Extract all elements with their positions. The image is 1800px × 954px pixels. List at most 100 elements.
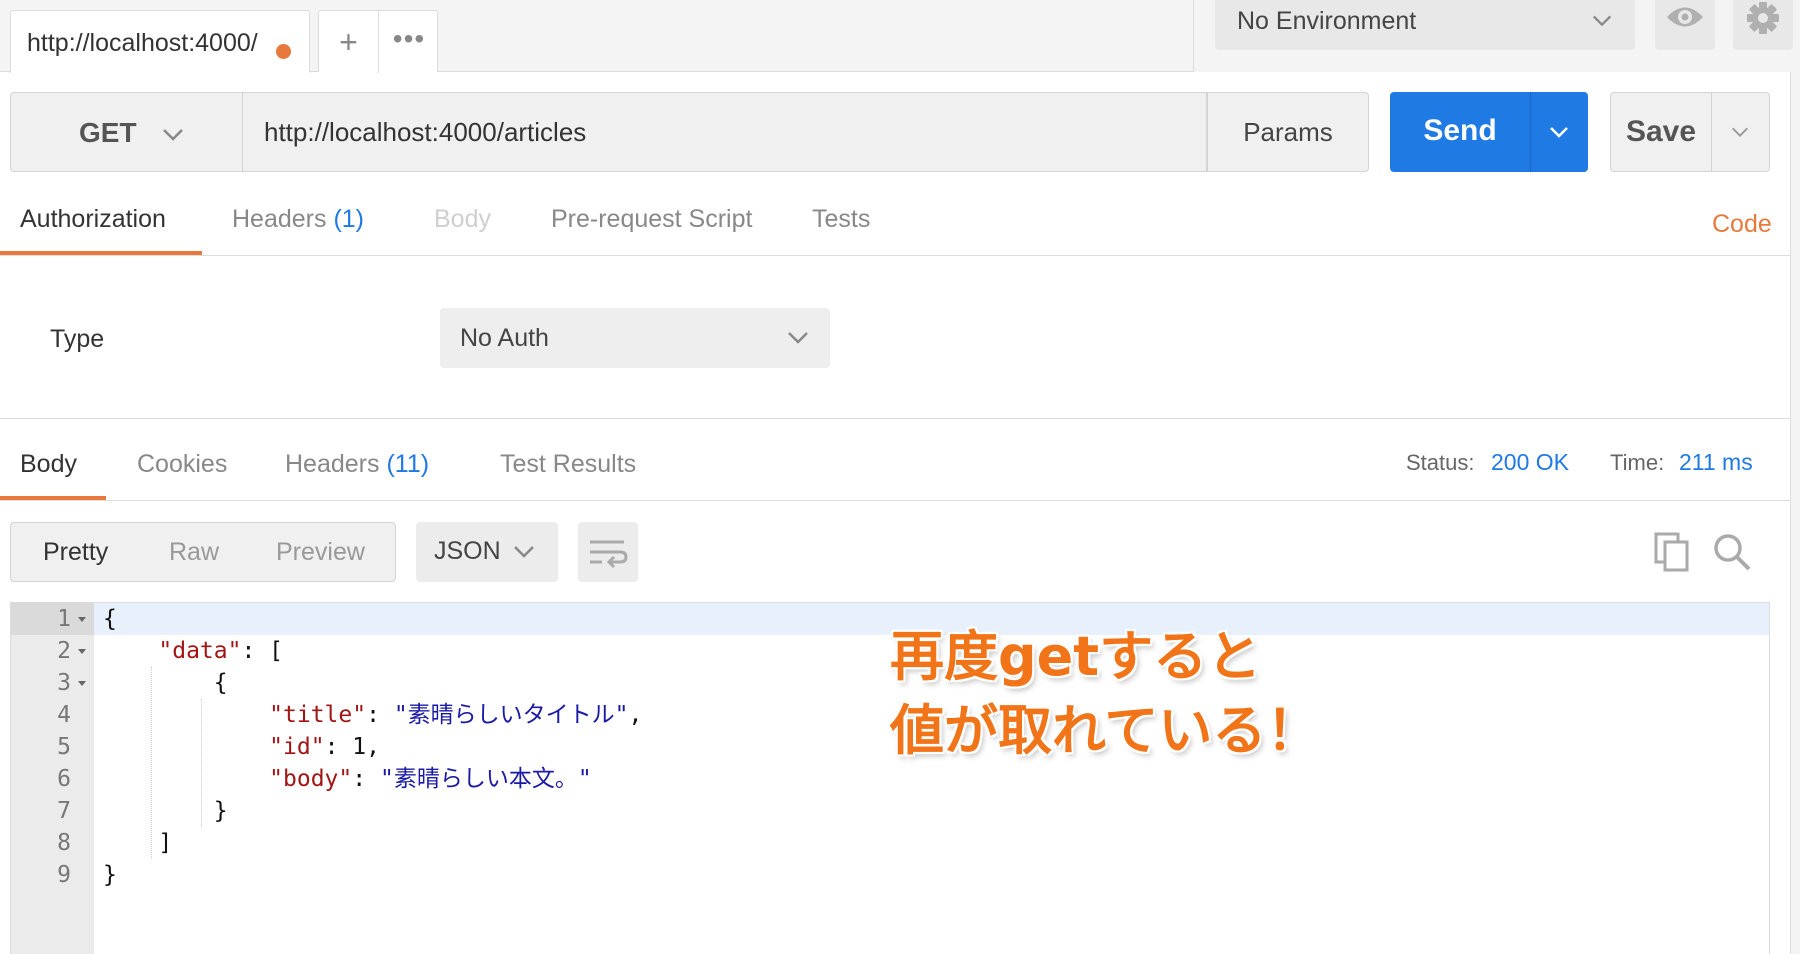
fold-caret-icon[interactable] xyxy=(77,667,87,699)
format-select[interactable]: JSON xyxy=(416,522,558,582)
indent-guide xyxy=(201,699,202,827)
tab-tests[interactable]: Tests xyxy=(812,205,870,234)
response-tab-body-label: Body xyxy=(20,450,77,478)
status-value[interactable]: 200 OK xyxy=(1491,449,1569,476)
environment-select[interactable]: No Environment xyxy=(1215,0,1635,50)
json-punctuation: ] xyxy=(158,830,173,856)
auth-type-select[interactable]: No Auth xyxy=(440,308,830,368)
code-link[interactable]: Code xyxy=(1712,210,1772,239)
json-key: "body" xyxy=(269,766,353,792)
environment-quick-look-button[interactable] xyxy=(1655,0,1715,50)
line-number: 9 xyxy=(57,862,71,888)
response-tab-headers-count: (11) xyxy=(386,450,430,478)
wrap-lines-icon xyxy=(590,540,628,569)
json-key: "title" xyxy=(269,702,367,728)
json-punctuation: , xyxy=(628,702,643,728)
fold-caret-icon[interactable] xyxy=(77,635,87,667)
json-key: "id" xyxy=(269,734,325,760)
line-number: 3 xyxy=(57,670,71,696)
save-button-label: Save xyxy=(1625,115,1697,148)
chevron-down-icon xyxy=(163,129,183,141)
environment-select-label: No Environment xyxy=(1237,7,1417,35)
tab-headers[interactable]: Headers (1) xyxy=(232,205,364,234)
json-punctuation: : xyxy=(366,702,394,728)
line-number: 7 xyxy=(57,798,71,824)
code-line: "title": "素晴らしいタイトル", xyxy=(103,699,642,731)
auth-type-label: Type xyxy=(50,325,105,353)
save-options-chevron-icon[interactable] xyxy=(1729,121,1751,143)
send-button-label: Send xyxy=(1423,114,1497,147)
eye-icon xyxy=(1667,7,1703,27)
response-tab-cookies-label: Cookies xyxy=(137,450,228,478)
code-line: "id": 1, xyxy=(103,731,380,763)
section-divider xyxy=(0,418,1790,419)
gear-icon xyxy=(1747,2,1779,34)
format-select-label: JSON xyxy=(434,537,501,565)
code-line: } xyxy=(103,795,228,827)
view-preview-button[interactable]: Preview xyxy=(276,538,365,567)
code-line: "data": [ xyxy=(103,635,283,667)
send-options-chevron-icon[interactable] xyxy=(1547,120,1571,144)
method-select[interactable]: GET xyxy=(10,92,243,172)
response-tab-body[interactable]: Body xyxy=(20,450,77,479)
settings-button[interactable] xyxy=(1733,0,1793,50)
search-button[interactable] xyxy=(1710,530,1754,574)
params-button-label: Params xyxy=(1243,117,1333,147)
copy-button[interactable] xyxy=(1650,530,1694,574)
time-value[interactable]: 211 ms xyxy=(1679,449,1753,476)
view-mode-group: Pretty Raw Preview xyxy=(10,522,396,582)
new-tab-button[interactable]: + xyxy=(319,11,379,73)
request-tab-label: http://localhost:4000/ xyxy=(27,29,258,57)
response-tab-headers[interactable]: Headers (11) xyxy=(285,450,429,479)
active-response-tab-indicator xyxy=(0,496,106,500)
tab-body-label: Body xyxy=(434,205,491,233)
json-punctuation: : [ xyxy=(241,638,284,664)
tab-authorization-label: Authorization xyxy=(20,205,166,233)
chevron-down-icon xyxy=(788,332,808,344)
view-raw-button[interactable]: Raw xyxy=(169,538,219,567)
line-number: 5 xyxy=(57,734,71,760)
response-tab-test-results-label: Test Results xyxy=(500,450,637,478)
json-punctuation: : xyxy=(352,766,380,792)
response-tabs-divider xyxy=(0,500,1790,501)
code-line: } xyxy=(103,859,117,891)
url-input[interactable] xyxy=(243,92,1207,172)
tab-actions: + ••• xyxy=(318,10,439,73)
line-number: 2 xyxy=(57,638,71,664)
json-string: "素晴らしい本文。" xyxy=(379,766,592,792)
request-tab-active[interactable]: http://localhost:4000/ xyxy=(10,10,310,73)
send-button[interactable]: Send xyxy=(1390,92,1588,172)
window-edge xyxy=(1790,72,1800,954)
line-number: 8 xyxy=(57,830,71,856)
wrap-lines-button[interactable] xyxy=(578,522,638,582)
json-punctuation: } xyxy=(103,862,117,888)
fold-caret-icon[interactable] xyxy=(77,603,87,635)
active-tab-indicator xyxy=(0,251,202,255)
save-button[interactable]: Save xyxy=(1610,92,1770,172)
view-pretty-button[interactable]: Pretty xyxy=(43,538,108,567)
response-tab-cookies[interactable]: Cookies xyxy=(137,450,227,479)
chevron-down-icon xyxy=(1592,15,1612,27)
status-label: Status: xyxy=(1406,450,1475,475)
more-tabs-button[interactable]: ••• xyxy=(379,11,439,73)
code-line: ] xyxy=(103,827,172,859)
tab-body[interactable]: Body xyxy=(434,205,491,234)
params-button[interactable]: Params xyxy=(1207,92,1369,172)
tab-pre-request-script-label: Pre-request Script xyxy=(551,205,753,233)
line-number: 1 xyxy=(57,606,71,632)
response-tab-headers-label: Headers xyxy=(285,450,380,478)
line-number: 6 xyxy=(57,766,71,792)
annotation-line-1: 再度getすると xyxy=(890,625,1262,688)
tab-pre-request-script[interactable]: Pre-request Script xyxy=(551,205,752,234)
tab-headers-count: (1) xyxy=(333,205,365,233)
code-line: { xyxy=(103,603,117,635)
json-punctuation: : 1, xyxy=(324,734,380,760)
tab-authorization[interactable]: Authorization xyxy=(20,205,166,234)
chevron-down-icon xyxy=(514,546,534,558)
search-icon xyxy=(1714,534,1751,571)
response-tab-test-results[interactable]: Test Results xyxy=(500,450,636,479)
copy-icon xyxy=(1654,532,1689,572)
code-line: "body": "素晴らしい本文。" xyxy=(103,763,592,795)
annotation-line-2: 値が取れている！ xyxy=(890,699,1321,762)
send-divider xyxy=(1530,92,1531,172)
